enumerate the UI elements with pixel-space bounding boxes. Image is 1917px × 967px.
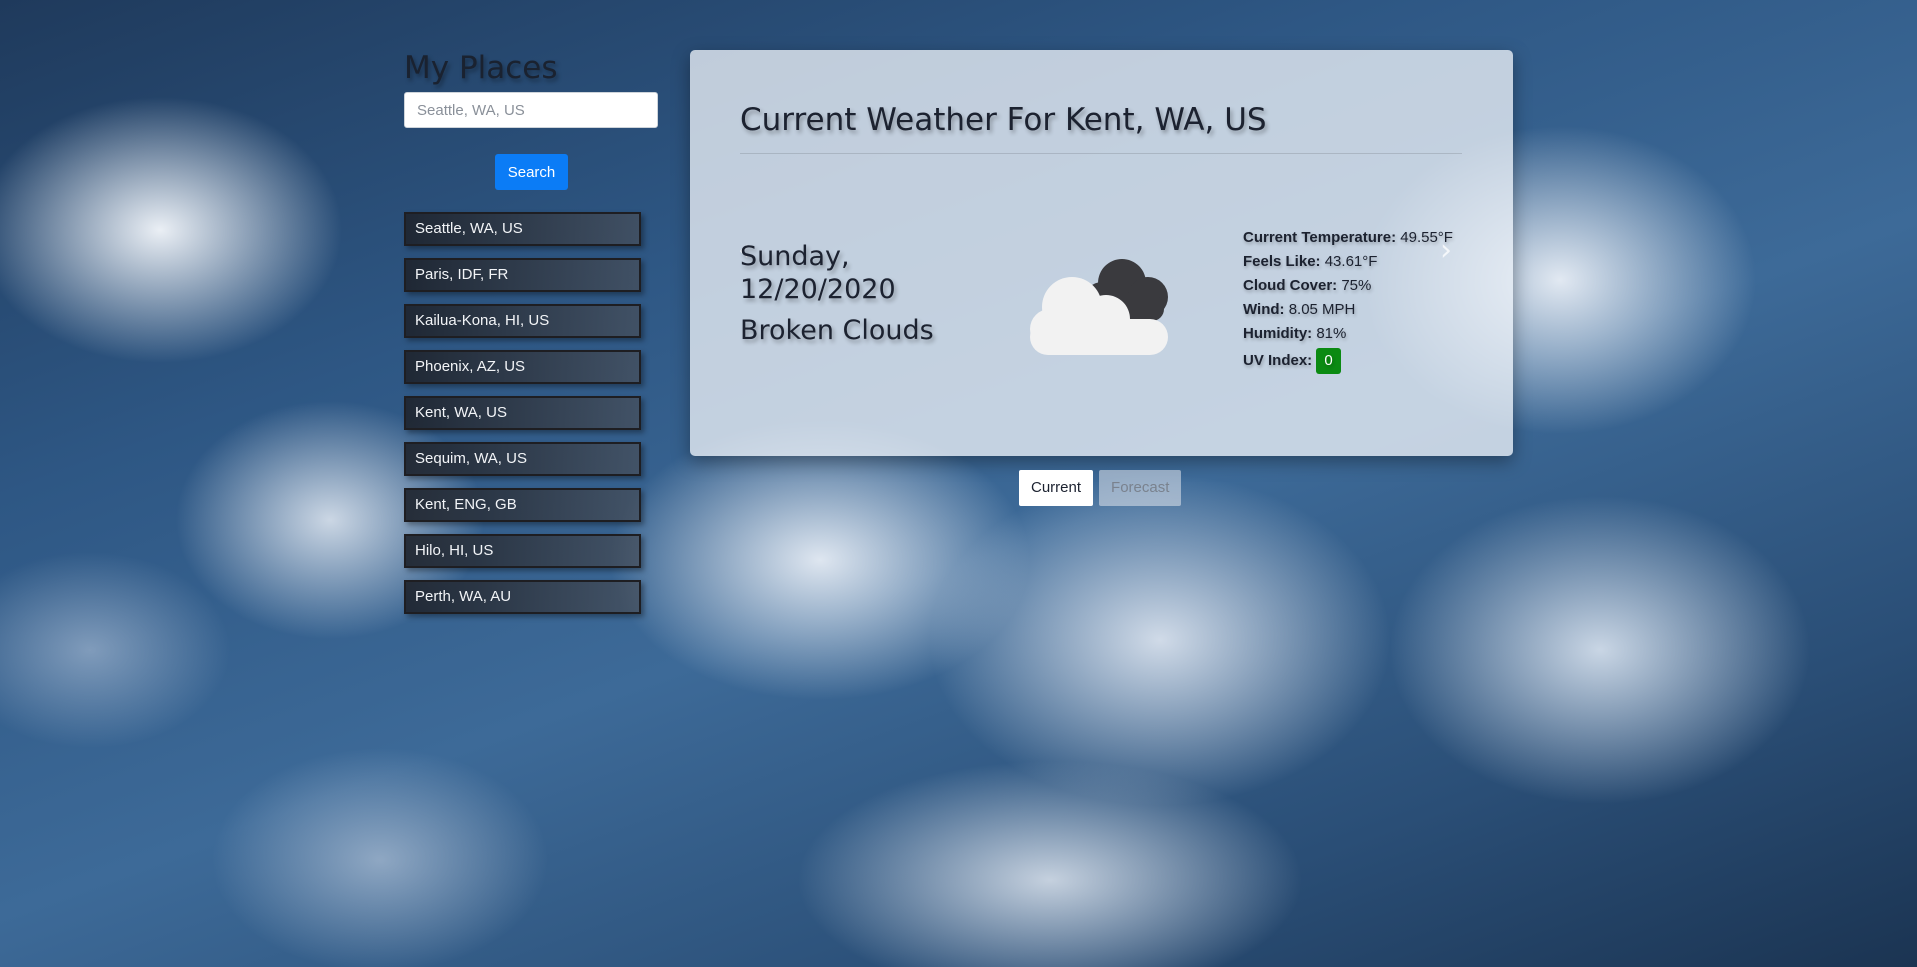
stat-humidity-value: 81% bbox=[1316, 325, 1347, 342]
stat-humidity-label: Humidity: bbox=[1243, 325, 1313, 342]
search-input[interactable] bbox=[404, 92, 658, 128]
stat-feels-like: Feels Like: 43.61°F bbox=[1243, 250, 1453, 274]
heading-divider bbox=[740, 153, 1462, 154]
stat-wind-label: Wind: bbox=[1243, 301, 1285, 318]
place-item-kent-eng[interactable]: Kent, ENG, GB bbox=[404, 488, 641, 522]
place-item-kailua-kona[interactable]: Kailua-Kona, HI, US bbox=[404, 304, 641, 338]
current-weather-card: Current Weather For Kent, WA, US ‹ › Sun… bbox=[690, 50, 1513, 456]
stat-uv-index: UV Index: 0 bbox=[1243, 346, 1453, 374]
weather-heading: Current Weather For Kent, WA, US bbox=[740, 102, 1267, 138]
place-item-phoenix[interactable]: Phoenix, AZ, US bbox=[404, 350, 641, 384]
uv-index-badge: 0 bbox=[1316, 348, 1341, 374]
stat-humidity: Humidity: 81% bbox=[1243, 322, 1453, 346]
place-item-paris[interactable]: Paris, IDF, FR bbox=[404, 258, 641, 292]
weather-condition: Broken Clouds bbox=[740, 315, 934, 346]
stat-uv-label: UV Index: bbox=[1243, 352, 1313, 369]
stat-wind-value: 8.05 MPH bbox=[1288, 301, 1356, 318]
sidebar-title: My Places bbox=[404, 50, 558, 86]
stat-feels-like-label: Feels Like: bbox=[1243, 253, 1321, 270]
place-item-perth[interactable]: Perth, WA, AU bbox=[404, 580, 641, 614]
weather-stats: Current Temperature: 49.55°F Feels Like:… bbox=[1243, 226, 1453, 374]
places-list: Seattle, WA, US Paris, IDF, FR Kailua-Ko… bbox=[404, 212, 660, 614]
tab-forecast[interactable]: Forecast bbox=[1099, 470, 1182, 506]
stat-temperature-value: 49.55°F bbox=[1400, 229, 1453, 246]
tab-current[interactable]: Current bbox=[1019, 470, 1094, 506]
sidebar: My Places Search Seattle, WA, US Paris, … bbox=[404, 50, 660, 614]
place-item-hilo[interactable]: Hilo, HI, US bbox=[404, 534, 641, 568]
stat-temperature: Current Temperature: 49.55°F bbox=[1243, 226, 1453, 250]
place-item-kent-wa[interactable]: Kent, WA, US bbox=[404, 396, 641, 430]
stat-cloud-cover-label: Cloud Cover: bbox=[1243, 277, 1338, 294]
broken-clouds-icon bbox=[1030, 259, 1168, 355]
weather-date: Sunday, 12/20/2020 bbox=[740, 240, 896, 306]
stat-cloud-cover-value: 75% bbox=[1341, 277, 1372, 294]
view-tabs: Current Forecast bbox=[1019, 470, 1182, 506]
weather-date-value: 12/20/2020 bbox=[740, 274, 896, 305]
place-item-sequim[interactable]: Sequim, WA, US bbox=[404, 442, 641, 476]
stat-cloud-cover: Cloud Cover: 75% bbox=[1243, 274, 1453, 298]
place-item-seattle[interactable]: Seattle, WA, US bbox=[404, 212, 641, 246]
stat-temperature-label: Current Temperature: bbox=[1243, 229, 1397, 246]
stat-feels-like-value: 43.61°F bbox=[1324, 253, 1378, 270]
search-button[interactable]: Search bbox=[495, 154, 568, 190]
weather-day: Sunday, bbox=[740, 241, 850, 272]
stat-wind: Wind: 8.05 MPH bbox=[1243, 298, 1453, 322]
